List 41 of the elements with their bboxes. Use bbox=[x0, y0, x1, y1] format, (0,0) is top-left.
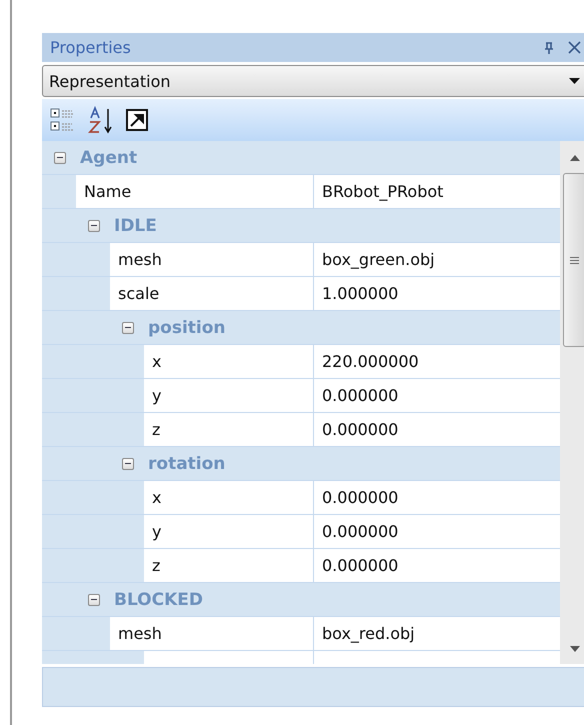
collapse-toggle[interactable] bbox=[122, 322, 134, 334]
property-value[interactable]: 0.000000 bbox=[313, 413, 560, 446]
property-name[interactable]: x bbox=[144, 481, 313, 514]
property-value[interactable]: 1.000000 bbox=[313, 277, 560, 310]
collapse-toggle[interactable] bbox=[122, 458, 134, 470]
property-value[interactable]: box_green.obj bbox=[313, 243, 560, 276]
object-dropdown[interactable]: Representation bbox=[42, 65, 584, 97]
category-label: BLOCKED bbox=[114, 590, 204, 610]
property-name[interactable]: mesh bbox=[110, 617, 313, 650]
panel-title: Properties bbox=[50, 38, 132, 57]
category-label: rotation bbox=[148, 454, 226, 474]
collapse-toggle[interactable] bbox=[88, 594, 100, 606]
property-name[interactable]: mesh bbox=[110, 243, 313, 276]
category-label: Agent bbox=[80, 148, 138, 168]
scroll-down-icon[interactable] bbox=[570, 646, 580, 652]
property-value[interactable]: 0.000000 bbox=[313, 515, 560, 548]
category-label: position bbox=[148, 318, 226, 338]
property-name[interactable]: x bbox=[144, 345, 313, 378]
pages-button[interactable] bbox=[124, 107, 150, 133]
property-name[interactable]: scale bbox=[110, 277, 313, 310]
category-label: IDLE bbox=[114, 216, 157, 236]
property-value[interactable]: BRobot_PRobot bbox=[313, 175, 560, 208]
property-pages-icon bbox=[126, 109, 148, 131]
scroll-up-icon[interactable] bbox=[570, 155, 580, 161]
close-icon[interactable] bbox=[568, 41, 581, 54]
scrollbar[interactable] bbox=[560, 141, 584, 664]
scrollbar-thumb[interactable] bbox=[563, 173, 584, 347]
collapse-toggle[interactable] bbox=[88, 220, 100, 232]
property-value[interactable]: 0.000000 bbox=[313, 379, 560, 412]
property-value[interactable]: 220.000000 bbox=[313, 345, 560, 378]
collapse-toggle[interactable] bbox=[54, 152, 66, 164]
caret-icon bbox=[569, 78, 580, 84]
property-value[interactable]: 0.000000 bbox=[313, 481, 560, 514]
property-name[interactable]: y bbox=[144, 515, 313, 548]
property-name[interactable]: y bbox=[144, 379, 313, 412]
property-name[interactable]: Name bbox=[76, 175, 313, 208]
property-value[interactable]: box_red.obj bbox=[313, 617, 560, 650]
pin-icon[interactable] bbox=[544, 42, 554, 54]
property-value[interactable]: 0.000000 bbox=[313, 549, 560, 582]
property-name[interactable]: z bbox=[144, 549, 313, 582]
property-name[interactable]: z bbox=[144, 413, 313, 446]
